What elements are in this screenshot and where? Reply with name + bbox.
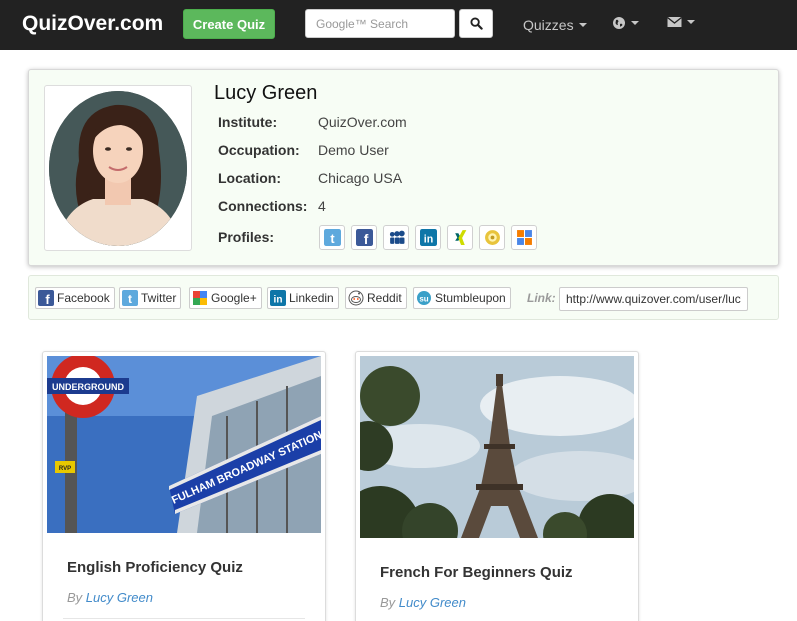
- facebook-icon: f: [355, 229, 373, 246]
- svg-text:UNDERGROUND: UNDERGROUND: [52, 382, 125, 392]
- info-row-occupation: Occupation: Demo User: [218, 142, 389, 158]
- share-facebook-button[interactable]: f Facebook: [35, 287, 115, 309]
- card-divider: [63, 618, 305, 619]
- share-label: Google+: [211, 291, 257, 305]
- language-dropdown[interactable]: [612, 16, 639, 30]
- messages-dropdown[interactable]: [667, 16, 695, 28]
- author-link[interactable]: Lucy Green: [86, 590, 153, 605]
- google-plus-icon: [193, 291, 207, 305]
- by-label: By: [380, 595, 396, 610]
- info-row-connections: Connections: 4: [218, 198, 326, 214]
- info-label: Institute:: [218, 114, 278, 130]
- chevron-down-icon: [578, 23, 587, 27]
- globe-icon: [613, 17, 625, 29]
- avatar-frame: [44, 85, 192, 251]
- share-label: Reddit: [367, 291, 402, 305]
- svg-text:in: in: [423, 233, 432, 245]
- quiz-thumbnail[interactable]: FULHAM BROADWAY STATION UNDERGROUND RVP: [47, 356, 321, 533]
- myspace-icon: [389, 230, 405, 244]
- quiz-title[interactable]: French For Beginners Quiz: [380, 564, 573, 581]
- twitter-profile-link[interactable]: t: [319, 225, 345, 250]
- linkedin-profile-link[interactable]: in: [415, 225, 441, 250]
- svg-text:su: su: [419, 295, 428, 304]
- xing-profile-link[interactable]: [447, 225, 473, 250]
- svg-text:f: f: [45, 292, 50, 306]
- info-value: Chicago USA: [318, 170, 403, 186]
- twitter-icon: t: [122, 290, 138, 306]
- myspace-profile-link[interactable]: [383, 225, 409, 250]
- share-twitter-button[interactable]: t Twitter: [119, 287, 182, 309]
- quiz-author: By Lucy Green: [380, 595, 466, 610]
- share-stumbleupon-button[interactable]: su Stumbleupon: [413, 287, 511, 309]
- share-label: Stumbleupon: [435, 291, 506, 305]
- profile-icons: t f in: [319, 225, 537, 250]
- share-reddit-button[interactable]: Reddit: [345, 287, 407, 309]
- xing-icon: [454, 230, 466, 245]
- share-google-plus-button[interactable]: Google+: [189, 287, 262, 309]
- search-input[interactable]: [305, 9, 455, 38]
- facebook-icon: f: [38, 290, 54, 306]
- linkedin-icon: in: [419, 229, 437, 246]
- chevron-down-icon: [631, 21, 639, 25]
- info-row-location: Location: Chicago USA: [218, 170, 402, 186]
- info-label: Occupation:: [218, 142, 300, 158]
- author-link[interactable]: Lucy Green: [399, 595, 466, 610]
- quiz-card-french[interactable]: French For Beginners Quiz By Lucy Green: [355, 351, 639, 621]
- share-linkedin-button[interactable]: in Linkedin: [267, 287, 339, 309]
- twitter-icon: t: [323, 229, 341, 246]
- info-value: Demo User: [318, 142, 389, 158]
- linkedin-icon: in: [270, 290, 286, 306]
- share-link-field[interactable]: [559, 287, 748, 311]
- blogger-icon: [516, 230, 532, 245]
- avatar: [49, 91, 187, 246]
- reddit-icon: [348, 290, 364, 306]
- delicious-profile-link[interactable]: [479, 225, 505, 250]
- svg-text:in: in: [274, 295, 283, 306]
- profile-name: Lucy Green: [214, 82, 318, 104]
- info-row-profiles: Profiles:: [218, 229, 318, 245]
- info-label: Connections:: [218, 198, 308, 214]
- quizzes-label: Quizzes: [523, 17, 574, 33]
- share-label: Linkedin: [289, 291, 334, 305]
- envelope-icon: [667, 16, 682, 27]
- by-label: By: [67, 590, 83, 605]
- chevron-down-icon: [687, 20, 695, 24]
- facebook-profile-link[interactable]: f: [351, 225, 377, 250]
- search-icon: [469, 17, 483, 30]
- blogger-profile-link[interactable]: [511, 225, 537, 250]
- quiz-card-english[interactable]: FULHAM BROADWAY STATION UNDERGROUND RVP …: [42, 351, 326, 621]
- brand-logo[interactable]: QuizOver.com: [22, 12, 163, 36]
- svg-text:f: f: [363, 231, 368, 246]
- create-quiz-button[interactable]: Create Quiz: [183, 9, 275, 39]
- search-button[interactable]: [459, 9, 493, 38]
- info-label: Location:: [218, 170, 281, 186]
- share-bar: f Facebook t Twitter Google+ in Linkedin…: [28, 275, 779, 320]
- share-label: Facebook: [57, 291, 110, 305]
- svg-text:t: t: [128, 292, 132, 306]
- quiz-title[interactable]: English Proficiency Quiz: [67, 559, 243, 576]
- quiz-author: By Lucy Green: [67, 590, 153, 605]
- delicious-icon: [484, 230, 500, 245]
- stumbleupon-icon: su: [417, 291, 431, 305]
- share-label: Twitter: [141, 291, 177, 305]
- profile-card: Lucy Green Institute: QuizOver.com Occup…: [28, 69, 779, 266]
- svg-text:RVP: RVP: [59, 466, 71, 472]
- quiz-thumbnail[interactable]: [360, 356, 634, 538]
- info-row-institute: Institute: QuizOver.com: [218, 114, 407, 130]
- info-value[interactable]: 4: [318, 198, 326, 214]
- link-label: Link:: [527, 291, 556, 305]
- top-navbar: QuizOver.com Create Quiz Quizzes: [0, 0, 797, 50]
- info-value: QuizOver.com: [318, 114, 407, 130]
- info-label: Profiles:: [218, 229, 275, 245]
- quizzes-dropdown[interactable]: Quizzes: [523, 17, 587, 33]
